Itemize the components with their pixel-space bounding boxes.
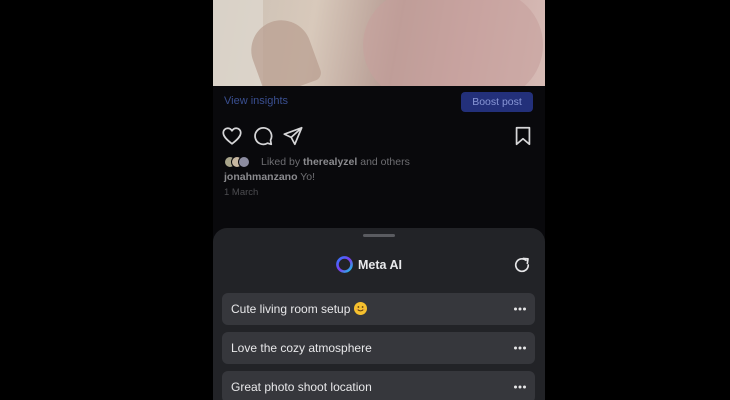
meta-ai-title: Meta AI — [358, 258, 402, 272]
post-image[interactable] — [213, 0, 545, 86]
refresh-icon[interactable] — [512, 255, 532, 275]
post-actions — [213, 125, 545, 147]
post-caption: jonahmanzano Yo! — [224, 171, 315, 183]
meta-ai-logo — [336, 256, 353, 273]
more-icon[interactable] — [513, 380, 527, 394]
boost-post-button[interactable]: Boost post — [461, 92, 533, 112]
suggestion-item[interactable]: Cute living room setup — [222, 293, 535, 325]
meta-ai-sheet: Meta AI Cute living room setup Love the … — [213, 228, 545, 400]
bookmark-icon[interactable] — [512, 125, 534, 147]
more-icon[interactable] — [513, 302, 527, 316]
comment-icon[interactable] — [252, 125, 274, 147]
insights-bar: View insights Boost post — [213, 90, 545, 114]
phone-screen: View insights Boost post Liked by therea… — [213, 0, 545, 400]
likes-text: Liked by therealyzel and others — [261, 156, 410, 168]
suggestion-text: Love the cozy atmosphere — [231, 341, 372, 355]
caption-text: Yo! — [297, 171, 316, 183]
avatar — [238, 156, 250, 168]
heart-icon[interactable] — [221, 125, 243, 147]
caption-username[interactable]: jonahmanzano — [224, 171, 298, 183]
view-insights-link[interactable]: View insights — [224, 95, 288, 107]
share-icon[interactable] — [282, 125, 304, 147]
smile-emoji-icon — [354, 302, 368, 315]
suggestion-text: Cute living room setup — [231, 302, 368, 316]
liker-username[interactable]: therealyzel — [303, 156, 357, 168]
sheet-drag-handle[interactable] — [363, 234, 395, 237]
suggestion-item[interactable]: Great photo shoot location — [222, 371, 535, 400]
more-icon[interactable] — [513, 341, 527, 355]
post-date: 1 March — [224, 187, 259, 198]
suggestion-text: Great photo shoot location — [231, 380, 372, 394]
liker-avatars — [224, 156, 260, 168]
suggestion-item[interactable]: Love the cozy atmosphere — [222, 332, 535, 364]
